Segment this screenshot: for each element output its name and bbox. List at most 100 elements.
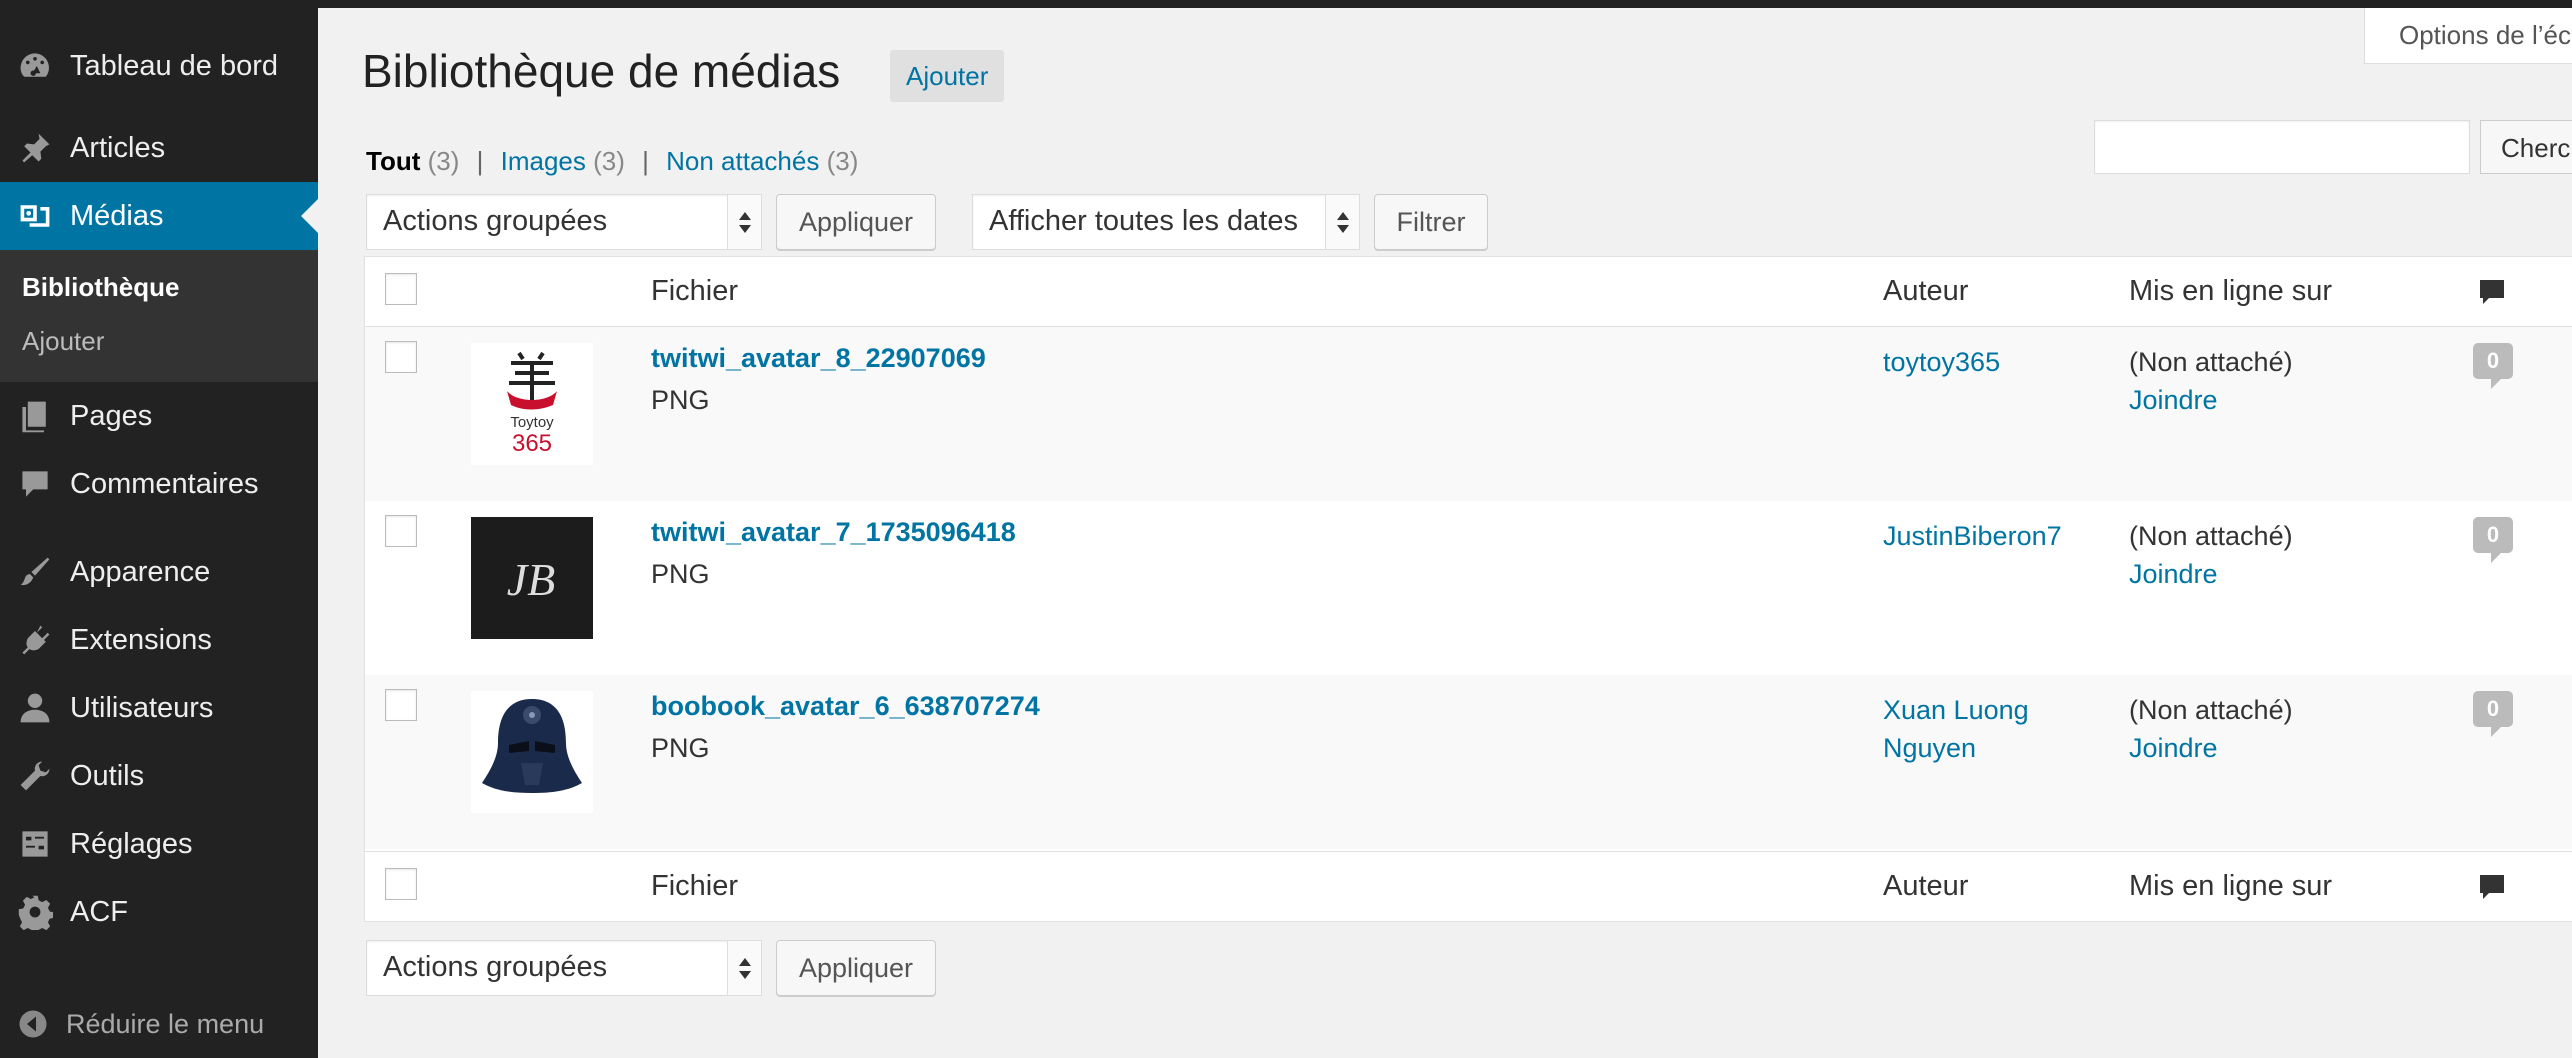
- comment-icon: [0, 466, 70, 502]
- dashboard-icon: [0, 48, 70, 84]
- sidebar-item-label: ACF: [70, 895, 128, 928]
- column-file[interactable]: Fichier: [651, 870, 738, 903]
- file-name-link[interactable]: twitwi_avatar_8_22907069: [651, 343, 986, 374]
- pages-icon: [0, 398, 70, 434]
- row-checkbox[interactable]: [385, 515, 417, 547]
- comments-column-icon[interactable]: [2477, 277, 2507, 307]
- filter-unattached-count: (3): [826, 146, 859, 176]
- attach-link[interactable]: Joindre: [2129, 555, 2293, 593]
- submenu-item-add[interactable]: Ajouter: [0, 314, 318, 368]
- attach-link[interactable]: Joindre: [2129, 381, 2293, 419]
- bulk-actions-value: Actions groupées: [383, 205, 608, 237]
- sidebar-item-tools[interactable]: Outils: [0, 742, 318, 810]
- bulk-actions-select-top[interactable]: Actions groupées: [366, 194, 762, 250]
- attached-status: (Non attaché) Joindre: [2129, 343, 2293, 419]
- thumb-text: JB: [507, 554, 556, 605]
- sidebar-item-pages[interactable]: Pages: [0, 382, 318, 450]
- sidebar-item-extensions[interactable]: Extensions: [0, 606, 318, 674]
- sidebar-item-appearance[interactable]: Apparence: [0, 538, 318, 606]
- column-author: Auteur: [1883, 870, 1969, 902]
- select-arrows-icon: [727, 195, 761, 249]
- filter-images[interactable]: Images: [501, 146, 586, 176]
- sidebar-item-articles[interactable]: Articles: [0, 114, 318, 182]
- table-row: JB twitwi_avatar_7_1735096418 PNG Justin…: [365, 501, 2572, 675]
- sidebar-item-comments[interactable]: Commentaires: [0, 450, 318, 518]
- attached-text: (Non attaché): [2129, 521, 2293, 551]
- select-all-checkbox-bottom[interactable]: [385, 868, 417, 900]
- date-filter-value: Afficher toutes les dates: [989, 205, 1298, 237]
- collapse-arrow-icon: [0, 1009, 66, 1039]
- attach-link[interactable]: Joindre: [2129, 729, 2293, 767]
- date-filter-select[interactable]: Afficher toutes les dates: [972, 194, 1360, 250]
- thumbnail-darth-vader[interactable]: [471, 691, 593, 813]
- table-header: Fichier Auteur Mis en ligne sur: [365, 257, 2572, 327]
- author-link[interactable]: toytoy365: [1883, 343, 2083, 381]
- author-link[interactable]: JustinBiberon7: [1883, 517, 2083, 555]
- filter-all[interactable]: Tout: [366, 146, 420, 176]
- collapse-menu-button[interactable]: Réduire le menu: [0, 998, 264, 1050]
- select-arrows-icon: [727, 941, 761, 995]
- apply-button-bottom[interactable]: Appliquer: [776, 940, 936, 996]
- sidebar-item-users[interactable]: Utilisateurs: [0, 674, 318, 742]
- bulk-actions-select-bottom[interactable]: Actions groupées: [366, 940, 762, 996]
- admin-sidebar: Tableau de bord Articles Médias Biblioth…: [0, 8, 318, 1058]
- sidebar-item-medias[interactable]: Médias: [0, 182, 318, 250]
- sidebar-item-label: Réglages: [70, 827, 193, 860]
- table-row: boobook_avatar_6_638707274 PNG Xuan Luon…: [365, 675, 2572, 849]
- column-uploaded-to[interactable]: Mis en ligne sur: [2129, 275, 2332, 308]
- filter-button[interactable]: Filtrer: [1374, 194, 1488, 250]
- file-type: PNG: [651, 733, 710, 763]
- page-title: Bibliothèque de médias: [362, 45, 841, 97]
- apply-button-top[interactable]: Appliquer: [776, 194, 936, 250]
- plugin-icon: [0, 622, 70, 658]
- sidebar-item-label: Tableau de bord: [70, 49, 278, 82]
- sidebar-item-label: Extensions: [70, 623, 212, 656]
- filter-all-count: (3): [427, 146, 460, 176]
- file-type: PNG: [651, 559, 710, 589]
- thumbnail-justinbiberon7[interactable]: JB: [471, 517, 593, 639]
- file-name-link[interactable]: boobook_avatar_6_638707274: [651, 691, 1040, 722]
- media-submenu: Bibliothèque Ajouter: [0, 250, 318, 382]
- brush-icon: [0, 554, 70, 590]
- author-link[interactable]: Xuan Luong Nguyen: [1883, 691, 2083, 767]
- thumbnail-toytoy365[interactable]: Toytoy 365: [471, 343, 593, 465]
- bulk-actions-value: Actions groupées: [383, 951, 608, 983]
- comment-count-badge[interactable]: 0: [2473, 691, 2513, 737]
- sidebar-item-settings[interactable]: Réglages: [0, 810, 318, 878]
- comment-count-badge[interactable]: 0: [2473, 343, 2513, 389]
- table-footer: Fichier Auteur Mis en ligne sur: [365, 851, 2572, 921]
- search-input[interactable]: [2094, 120, 2470, 174]
- media-icon: [0, 198, 70, 234]
- pin-icon: [0, 130, 70, 166]
- comments-column-icon[interactable]: [2477, 872, 2507, 902]
- select-all-checkbox[interactable]: [385, 273, 417, 305]
- media-table: Fichier Auteur Mis en ligne sur Toytoy 3…: [364, 256, 2572, 922]
- filter-unattached[interactable]: Non attachés: [666, 146, 819, 176]
- screen-options-tab[interactable]: Options de l’éc: [2364, 8, 2572, 64]
- sidebar-item-label: Apparence: [70, 555, 211, 588]
- wrench-icon: [0, 758, 70, 794]
- thumb-text: 365: [512, 430, 552, 457]
- file-type: PNG: [651, 385, 710, 415]
- submenu-item-library[interactable]: Bibliothèque: [0, 260, 318, 314]
- select-arrows-icon: [1325, 195, 1359, 249]
- row-checkbox[interactable]: [385, 341, 417, 373]
- filter-separator: |: [476, 146, 484, 176]
- add-new-button[interactable]: Ajouter: [890, 50, 1005, 102]
- sidebar-item-acf[interactable]: ACF: [0, 878, 318, 946]
- file-name-link[interactable]: twitwi_avatar_7_1735096418: [651, 517, 1016, 548]
- sidebar-item-label: Médias: [70, 199, 164, 232]
- comment-count-badge[interactable]: 0: [2473, 517, 2513, 563]
- admin-bar: [0, 0, 2572, 8]
- search-button[interactable]: Cherc: [2480, 120, 2572, 174]
- user-icon: [0, 690, 70, 726]
- attached-text: (Non attaché): [2129, 347, 2293, 377]
- column-file[interactable]: Fichier: [651, 275, 738, 308]
- settings-icon: [0, 826, 70, 862]
- sidebar-item-label: Utilisateurs: [70, 691, 214, 724]
- sidebar-item-dashboard[interactable]: Tableau de bord: [0, 32, 318, 100]
- thumb-text: Toytoy: [510, 414, 554, 431]
- column-uploaded-to[interactable]: Mis en ligne sur: [2129, 870, 2332, 903]
- attached-text: (Non attaché): [2129, 695, 2293, 725]
- row-checkbox[interactable]: [385, 689, 417, 721]
